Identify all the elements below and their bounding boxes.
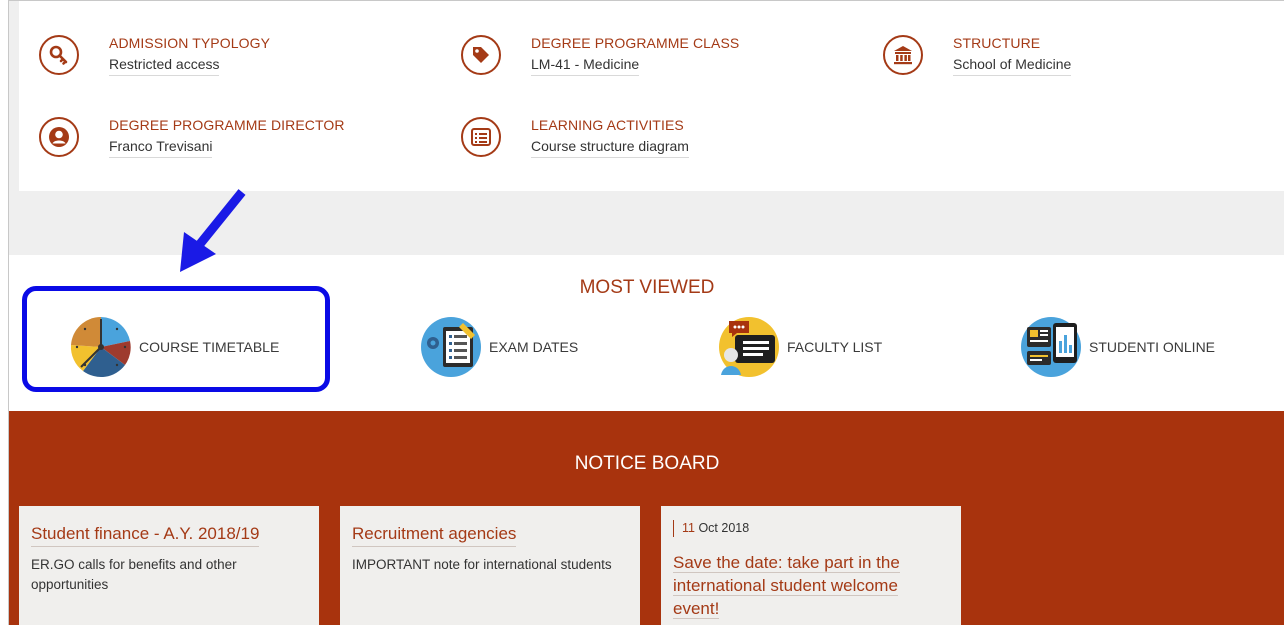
notice-date-day: 11 [682, 521, 695, 535]
notice-date-month-year: Oct 2018 [694, 521, 750, 535]
exam-checklist-icon [421, 317, 481, 377]
info-label: ADMISSION TYPOLOGY [109, 35, 271, 51]
faculty-list-label: FACULTY LIST [787, 339, 883, 355]
info-value: Restricted access [109, 56, 220, 76]
studenti-online-link[interactable]: STUDENTI ONLINE [1019, 315, 1215, 379]
notice-card-recruitment-agencies[interactable]: Recruitment agencies IMPORTANT note for … [340, 506, 640, 625]
annotation-arrow [180, 189, 246, 272]
notice-card-text: ER.GO calls for benefits and other oppor… [31, 557, 237, 592]
notice-title-line: event! [673, 599, 720, 619]
info-label: STRUCTURE [953, 35, 1041, 51]
faculty-list-link[interactable]: FACULTY LIST [717, 315, 882, 379]
student-portal-icon [1021, 317, 1081, 377]
info-value: LM-41 - Medicine [531, 56, 640, 76]
annotation-highlight-box [22, 286, 330, 392]
notice-card-welcome-event[interactable]: 11 Oct 2018 Save the date: take part in … [661, 506, 961, 625]
notice-card-student-finance[interactable]: Student finance - A.Y. 2018/19 ER.GO cal… [19, 506, 319, 625]
notice-card-date: 11 Oct 2018 [673, 520, 749, 537]
list-icon [461, 117, 501, 157]
notice-board-title: NOTICE BOARD [574, 453, 720, 474]
notice-title-line: international student welcome [673, 576, 898, 596]
notice-card-title[interactable]: Student finance - A.Y. 2018/19 [31, 524, 260, 547]
info-label: LEARNING ACTIVITIES [531, 117, 684, 133]
structure-link[interactable]: School of Medicine [953, 56, 1072, 76]
notice-title-line: Save the date: take part in the [673, 553, 900, 573]
faculty-chat-icon [719, 317, 779, 377]
tag-icon [461, 35, 501, 75]
institution-icon [883, 35, 923, 75]
info-label: DEGREE PROGRAMME CLASS [531, 35, 740, 51]
info-label: DEGREE PROGRAMME DIRECTOR [109, 117, 345, 133]
director-link[interactable]: Franco Trevisani [109, 138, 213, 158]
notice-card-title[interactable]: Recruitment agencies [352, 524, 517, 547]
key-icon [39, 35, 79, 75]
notice-card-text: IMPORTANT note for international student… [352, 557, 612, 572]
studenti-online-label: STUDENTI ONLINE [1089, 339, 1216, 355]
notice-board-section: NOTICE BOARD Student finance - A.Y. 2018… [9, 411, 1284, 625]
course-structure-link[interactable]: Course structure diagram [531, 138, 689, 158]
notice-card-title[interactable]: Save the date: take part in the internat… [673, 551, 953, 620]
programme-info-panel: ADMISSION TYPOLOGY Restricted access DEG… [19, 1, 1284, 191]
user-icon [39, 117, 79, 157]
exam-dates-link[interactable]: EXAM DATES [419, 315, 578, 379]
exam-dates-label: EXAM DATES [489, 339, 579, 355]
